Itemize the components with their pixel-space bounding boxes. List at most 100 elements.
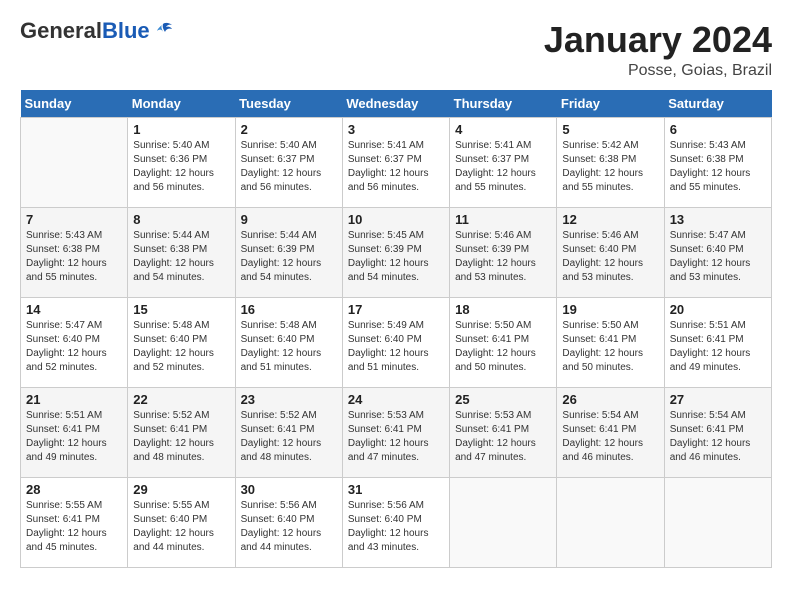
week-row: 7Sunrise: 5:43 AM Sunset: 6:38 PM Daylig… (21, 207, 772, 297)
day-info: Sunrise: 5:56 AM Sunset: 6:40 PM Dayligh… (348, 499, 444, 555)
day-number: 17 (348, 302, 444, 317)
location: Posse, Goias, Brazil (544, 62, 772, 80)
day-info: Sunrise: 5:41 AM Sunset: 6:37 PM Dayligh… (348, 139, 444, 195)
day-number: 18 (455, 302, 551, 317)
calendar-cell: 27Sunrise: 5:54 AM Sunset: 6:41 PM Dayli… (664, 387, 771, 477)
day-number: 22 (133, 392, 229, 407)
calendar-cell (664, 477, 771, 567)
calendar-cell: 30Sunrise: 5:56 AM Sunset: 6:40 PM Dayli… (235, 477, 342, 567)
calendar-cell: 22 Sunrise: 5:52 AM Sunset: 6:41 PM Dayli… (128, 387, 235, 477)
day-number: 30 (241, 482, 337, 497)
calendar-cell: 8 Sunrise: 5:44 AM Sunset: 6:38 PM Daylig… (128, 207, 235, 297)
week-row: 28Sunrise: 5:55 AM Sunset: 6:41 PM Dayli… (21, 477, 772, 567)
day-number: 2 (241, 122, 337, 137)
day-number: 16 (241, 302, 337, 317)
day-number: 14 (26, 302, 122, 317)
day-info: Sunrise: 5:47 AM Sunset: 6:40 PM Dayligh… (670, 229, 766, 285)
calendar-table: Sunday Monday Tuesday Wednesday Thursday… (20, 90, 772, 568)
calendar-cell: 3 Sunrise: 5:41 AM Sunset: 6:37 PM Daylig… (342, 117, 449, 207)
calendar-cell: 1 Sunrise: 5:40 AM Sunset: 6:36 PM Daylig… (128, 117, 235, 207)
day-number: 5 (562, 122, 658, 137)
page-header: GeneralBlue January 2024 Posse, Goias, B… (20, 20, 772, 80)
day-info: Sunrise: 5:40 AM Sunset: 6:37 PM Dayligh… (241, 139, 337, 195)
day-number: 10 (348, 212, 444, 227)
calendar-cell: 25Sunrise: 5:53 AM Sunset: 6:41 PM Dayli… (450, 387, 557, 477)
day-info: Sunrise: 5:53 AM Sunset: 6:41 PM Dayligh… (455, 409, 551, 465)
calendar-cell: 14 Sunrise: 5:47 AM Sunset: 6:40 PM Dayli… (21, 297, 128, 387)
col-thursday: Thursday (450, 90, 557, 118)
day-info: Sunrise: 5:40 AM Sunset: 6:36 PM Dayligh… (133, 139, 229, 195)
calendar-cell: 5 Sunrise: 5:42 AM Sunset: 6:38 PM Daylig… (557, 117, 664, 207)
col-wednesday: Wednesday (342, 90, 449, 118)
day-number: 31 (348, 482, 444, 497)
calendar-cell: 26 Sunrise: 5:54 AM Sunset: 6:41 PM Dayli… (557, 387, 664, 477)
day-info: Sunrise: 5:47 AM Sunset: 6:40 PM Dayligh… (26, 319, 122, 375)
day-info: Sunrise: 5:48 AM Sunset: 6:40 PM Dayligh… (241, 319, 337, 375)
day-number: 3 (348, 122, 444, 137)
week-row: 21 Sunrise: 5:51 AM Sunset: 6:41 PM Dayli… (21, 387, 772, 477)
calendar-cell: 23Sunrise: 5:52 AM Sunset: 6:41 PM Dayli… (235, 387, 342, 477)
day-info: Sunrise: 5:49 AM Sunset: 6:40 PM Dayligh… (348, 319, 444, 375)
day-info: Sunrise: 5:55 AM Sunset: 6:40 PM Dayligh… (133, 499, 229, 555)
calendar-cell: 21 Sunrise: 5:51 AM Sunset: 6:41 PM Dayli… (21, 387, 128, 477)
day-number: 26 (562, 392, 658, 407)
day-info: Sunrise: 5:52 AM Sunset: 6:41 PM Dayligh… (241, 409, 337, 465)
calendar-cell: 2 Sunrise: 5:40 AM Sunset: 6:37 PM Daylig… (235, 117, 342, 207)
week-row: 14 Sunrise: 5:47 AM Sunset: 6:40 PM Dayli… (21, 297, 772, 387)
day-number: 13 (670, 212, 766, 227)
day-info: Sunrise: 5:41 AM Sunset: 6:37 PM Dayligh… (455, 139, 551, 195)
day-number: 15 (133, 302, 229, 317)
month-title: January 2024 (544, 20, 772, 60)
day-number: 1 (133, 122, 229, 137)
day-number: 24 (348, 392, 444, 407)
day-info: Sunrise: 5:46 AM Sunset: 6:39 PM Dayligh… (455, 229, 551, 285)
logo-general: General (20, 18, 102, 43)
day-info: Sunrise: 5:52 AM Sunset: 6:41 PM Dayligh… (133, 409, 229, 465)
col-friday: Friday (557, 90, 664, 118)
day-info: Sunrise: 5:42 AM Sunset: 6:38 PM Dayligh… (562, 139, 658, 195)
day-number: 19 (562, 302, 658, 317)
calendar-cell: 12Sunrise: 5:46 AM Sunset: 6:40 PM Dayli… (557, 207, 664, 297)
logo-blue: Blue (102, 18, 150, 43)
day-number: 7 (26, 212, 122, 227)
calendar-cell: 13 Sunrise: 5:47 AM Sunset: 6:40 PM Dayli… (664, 207, 771, 297)
day-info: Sunrise: 5:51 AM Sunset: 6:41 PM Dayligh… (26, 409, 122, 465)
week-row: 1 Sunrise: 5:40 AM Sunset: 6:36 PM Daylig… (21, 117, 772, 207)
title-area: January 2024 Posse, Goias, Brazil (544, 20, 772, 80)
day-number: 11 (455, 212, 551, 227)
calendar-cell: 20Sunrise: 5:51 AM Sunset: 6:41 PM Dayli… (664, 297, 771, 387)
calendar-cell: 15 Sunrise: 5:48 AM Sunset: 6:40 PM Dayli… (128, 297, 235, 387)
day-number: 28 (26, 482, 122, 497)
day-info: Sunrise: 5:48 AM Sunset: 6:40 PM Dayligh… (133, 319, 229, 375)
calendar-cell: 6Sunrise: 5:43 AM Sunset: 6:38 PM Daylig… (664, 117, 771, 207)
calendar-cell: 9 Sunrise: 5:44 AM Sunset: 6:39 PM Daylig… (235, 207, 342, 297)
calendar-cell: 10Sunrise: 5:45 AM Sunset: 6:39 PM Dayli… (342, 207, 449, 297)
day-info: Sunrise: 5:53 AM Sunset: 6:41 PM Dayligh… (348, 409, 444, 465)
day-info: Sunrise: 5:43 AM Sunset: 6:38 PM Dayligh… (670, 139, 766, 195)
calendar-cell (557, 477, 664, 567)
day-number: 9 (241, 212, 337, 227)
calendar-cell: 18Sunrise: 5:50 AM Sunset: 6:41 PM Dayli… (450, 297, 557, 387)
day-info: Sunrise: 5:54 AM Sunset: 6:41 PM Dayligh… (562, 409, 658, 465)
logo-bird-icon (152, 20, 174, 42)
day-number: 29 (133, 482, 229, 497)
day-info: Sunrise: 5:44 AM Sunset: 6:39 PM Dayligh… (241, 229, 337, 285)
day-number: 8 (133, 212, 229, 227)
col-tuesday: Tuesday (235, 90, 342, 118)
calendar-cell: 31 Sunrise: 5:56 AM Sunset: 6:40 PM Dayli… (342, 477, 449, 567)
day-info: Sunrise: 5:50 AM Sunset: 6:41 PM Dayligh… (562, 319, 658, 375)
calendar-cell: 11 Sunrise: 5:46 AM Sunset: 6:39 PM Dayli… (450, 207, 557, 297)
calendar-cell (450, 477, 557, 567)
day-number: 20 (670, 302, 766, 317)
day-number: 21 (26, 392, 122, 407)
calendar-cell: 28Sunrise: 5:55 AM Sunset: 6:41 PM Dayli… (21, 477, 128, 567)
calendar-cell: 17 Sunrise: 5:49 AM Sunset: 6:40 PM Dayli… (342, 297, 449, 387)
calendar-header-row: Sunday Monday Tuesday Wednesday Thursday… (21, 90, 772, 118)
col-sunday: Sunday (21, 90, 128, 118)
calendar-cell: 19 Sunrise: 5:50 AM Sunset: 6:41 PM Dayli… (557, 297, 664, 387)
day-info: Sunrise: 5:44 AM Sunset: 6:38 PM Dayligh… (133, 229, 229, 285)
day-number: 12 (562, 212, 658, 227)
calendar-cell (21, 117, 128, 207)
col-saturday: Saturday (664, 90, 771, 118)
day-number: 27 (670, 392, 766, 407)
